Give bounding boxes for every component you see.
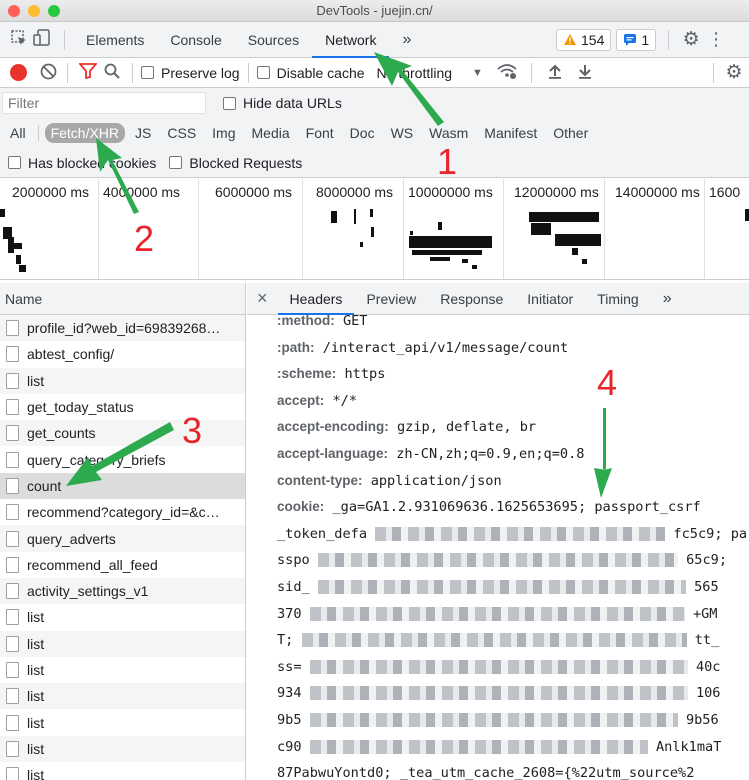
annotation-number: 2	[134, 218, 155, 259]
annotation-number: 4	[597, 362, 618, 403]
annotation-number: 3	[182, 410, 203, 451]
annotation-arrows	[66, 52, 612, 498]
green-arrow-icon	[594, 408, 612, 498]
green-arrow-icon	[374, 52, 444, 126]
annotation-number: 1	[437, 141, 458, 182]
green-arrow-icon	[96, 138, 139, 214]
green-arrow-icon	[66, 422, 174, 486]
